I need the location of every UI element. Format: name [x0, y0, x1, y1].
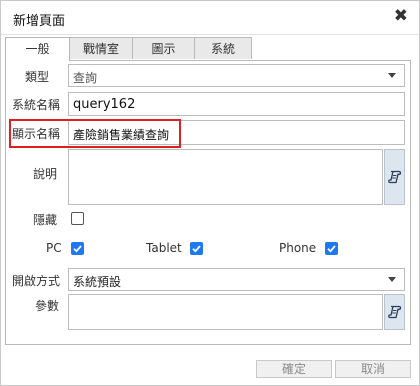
hidden-checkbox[interactable] — [71, 212, 84, 225]
cancel-button[interactable]: 取消 — [335, 360, 411, 378]
type-select[interactable]: 查詢 — [68, 64, 405, 87]
tab-war-room[interactable]: 戰情室 — [69, 37, 133, 59]
tab-war-room-label: 戰情室 — [82, 42, 119, 56]
tab-system[interactable]: 系統 — [194, 37, 252, 59]
chevron-down-icon — [388, 73, 396, 78]
tab-general[interactable]: 一般 — [5, 37, 70, 61]
tab-icon-label: 圖示 — [151, 42, 176, 56]
description-editor-button[interactable] — [384, 149, 405, 205]
dialog-title: 新增頁面 — [13, 14, 66, 29]
open-mode-label: 開啟方式 — [12, 274, 61, 288]
chevron-down-icon — [388, 277, 396, 282]
description-textarea[interactable] — [68, 149, 383, 205]
phone-label: Phone — [279, 241, 317, 255]
tab-system-label: 系統 — [210, 42, 235, 56]
check-icon — [73, 245, 82, 253]
script-edit-icon — [388, 305, 402, 319]
dialog-titlebar: 新增頁面 ✖ — [1, 1, 419, 35]
confirm-button-label: 確定 — [281, 362, 306, 376]
check-icon — [327, 245, 336, 253]
pc-checkbox[interactable] — [71, 242, 84, 255]
type-select-value: 查詢 — [73, 71, 98, 85]
system-name-label: 系統名稱 — [12, 98, 61, 112]
tablet-checkbox[interactable] — [190, 242, 203, 255]
display-name-highlight-box — [9, 119, 181, 148]
confirm-button[interactable]: 確定 — [256, 360, 332, 378]
pc-label: PC — [46, 241, 62, 255]
open-mode-value: 系統預設 — [73, 275, 122, 289]
close-icon[interactable]: ✖ — [394, 8, 408, 25]
tab-icon[interactable]: 圖示 — [132, 37, 195, 59]
params-editor-button[interactable] — [384, 294, 405, 330]
type-label: 類型 — [25, 70, 50, 84]
tablet-label: Tablet — [146, 241, 182, 255]
open-mode-select[interactable]: 系統預設 — [68, 268, 405, 291]
system-name-input[interactable]: query162 — [68, 92, 405, 116]
phone-checkbox[interactable] — [325, 242, 338, 255]
system-name-value: query162 — [73, 97, 136, 112]
params-textarea[interactable] — [68, 294, 383, 330]
hidden-label: 隱藏 — [33, 213, 58, 227]
script-edit-icon — [388, 170, 402, 184]
description-label: 說明 — [33, 167, 58, 181]
params-label: 參數 — [35, 299, 60, 313]
cancel-button-label: 取消 — [360, 362, 385, 376]
check-icon — [192, 245, 201, 253]
tab-general-label: 一般 — [25, 42, 50, 56]
